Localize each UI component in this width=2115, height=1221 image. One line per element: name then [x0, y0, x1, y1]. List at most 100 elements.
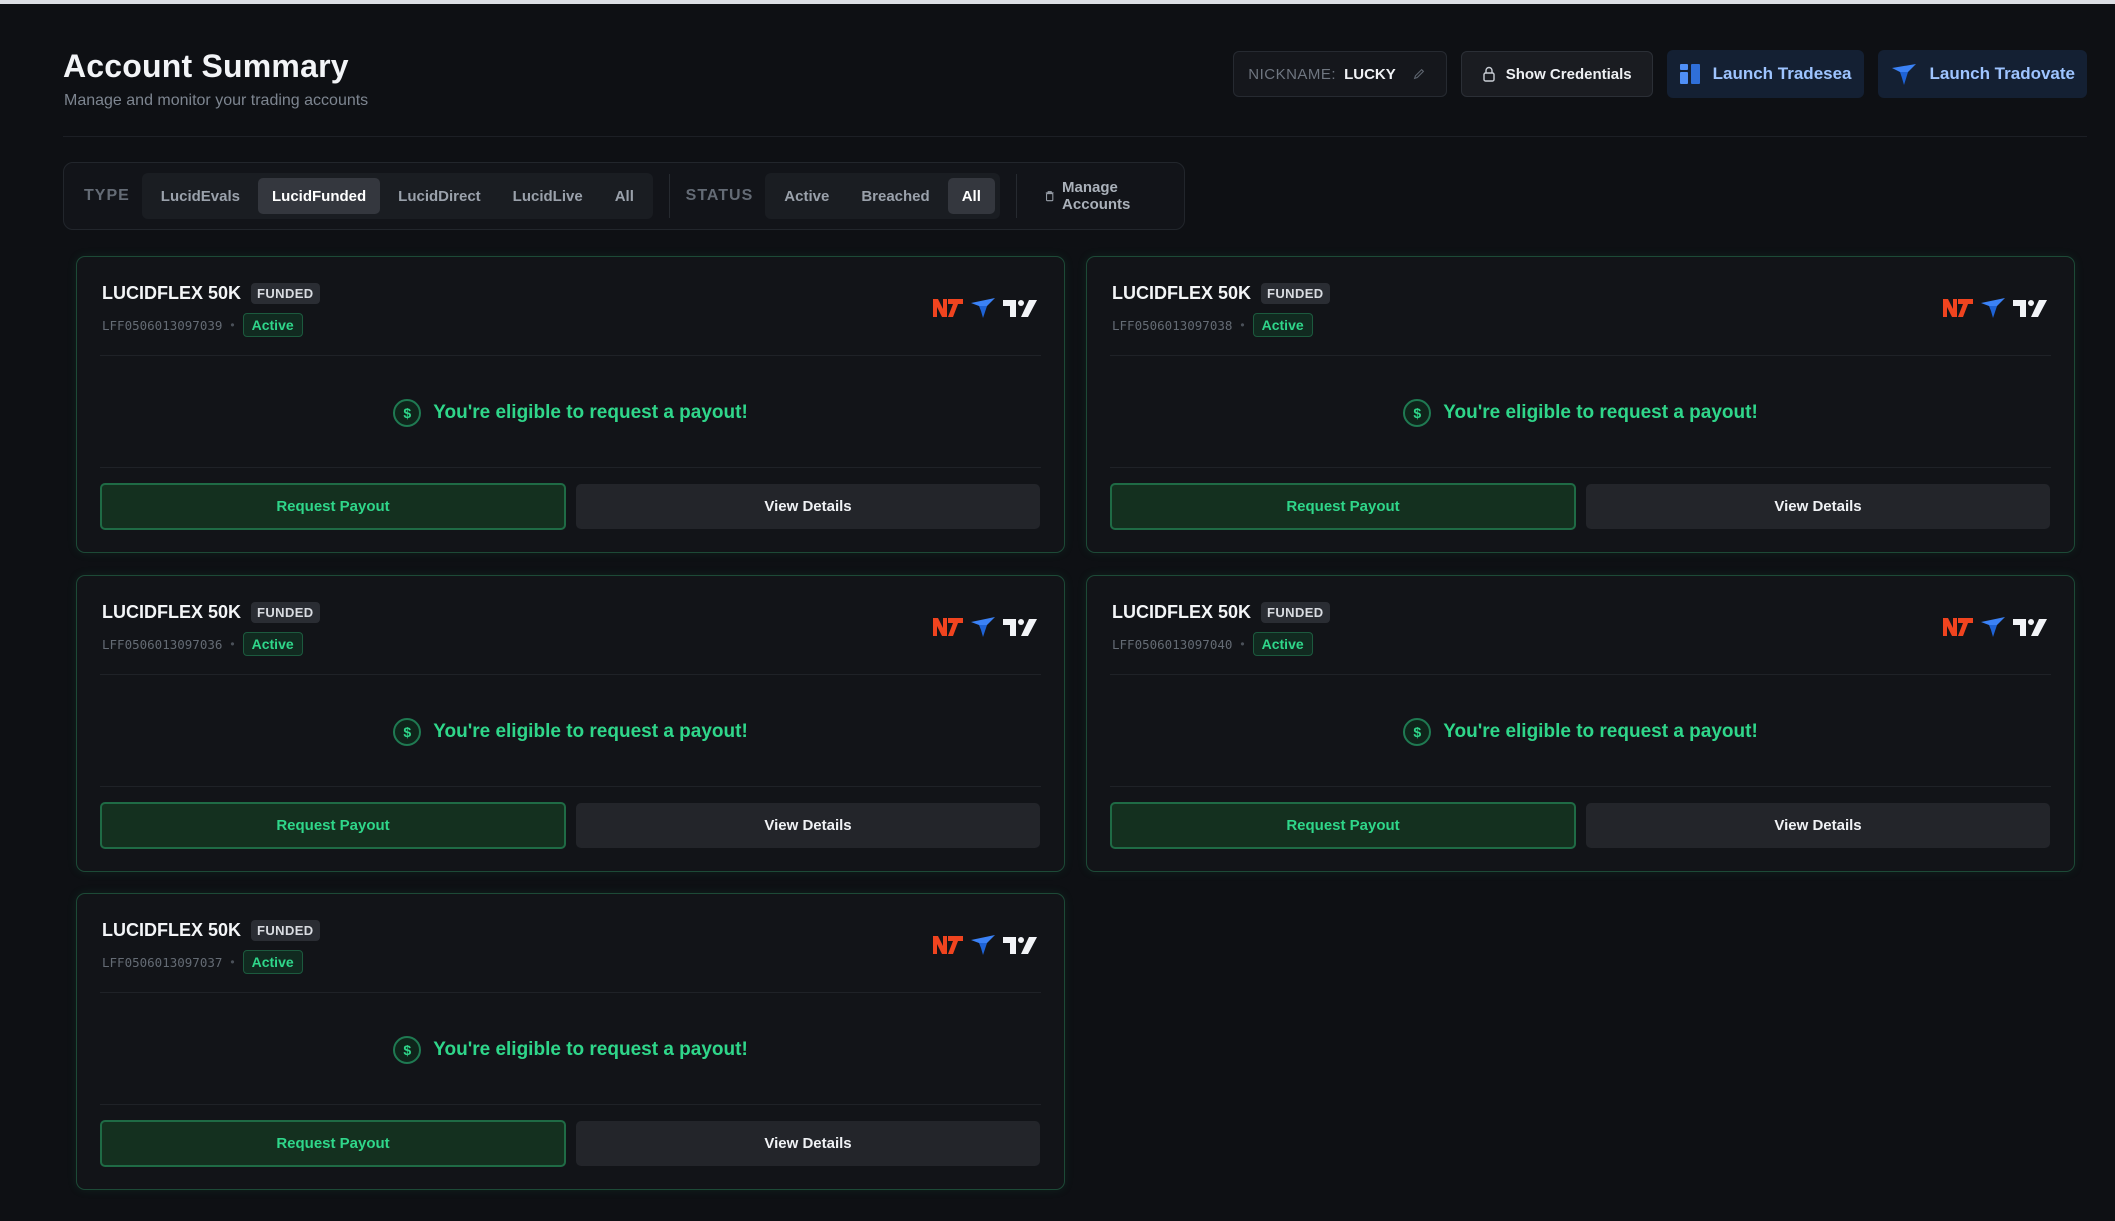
- account-card: LUCIDFLEX 50K FUNDED LFF0506013097040 • …: [1086, 575, 2075, 872]
- status-option-active[interactable]: Active: [770, 178, 843, 214]
- launch-tradesea-button[interactable]: Launch Tradesea: [1666, 50, 1864, 98]
- status-badge: Active: [242, 632, 303, 656]
- dollar-icon: $: [393, 399, 422, 427]
- manage-accounts-button[interactable]: Manage Accounts: [1033, 179, 1174, 213]
- tradingview-icon: [2013, 619, 2047, 636]
- platform-icons: [932, 297, 1038, 319]
- platform-icons: [932, 934, 1038, 956]
- account-id: LFF0506013097036: [102, 636, 223, 652]
- funded-badge: FUNDED: [1261, 602, 1330, 623]
- account-name: LUCIDFLEX 50K: [1112, 602, 1252, 622]
- nickname-field[interactable]: NICKNAME: LUCKY: [1233, 51, 1447, 97]
- type-option-lucidfunded[interactable]: LucidFunded: [258, 178, 381, 214]
- account-id: LFF0506013097039: [102, 317, 223, 333]
- dollar-icon: $: [393, 718, 422, 746]
- platform-icons: [1942, 297, 2048, 319]
- launch-tradesea-label: Launch Tradesea: [1712, 64, 1852, 83]
- type-option-all[interactable]: All: [601, 178, 648, 214]
- card-divider: [100, 355, 1041, 356]
- launch-tradovate-button[interactable]: Launch Tradovate: [1877, 50, 2087, 98]
- request-payout-button[interactable]: Request Payout: [1110, 802, 1576, 849]
- tradovate-icon: [1981, 298, 2005, 318]
- status-filter-group: Active Breached All: [765, 173, 1000, 219]
- ninjatrader-icon: [933, 936, 963, 954]
- funded-badge: FUNDED: [251, 920, 320, 941]
- account-id: LFF0506013097040: [1112, 636, 1233, 652]
- view-details-button[interactable]: View Details: [576, 484, 1040, 529]
- payout-eligibility: $ You're eligible to request a payout!: [1087, 399, 2074, 427]
- card-subtitle: LFF0506013097040 • Active: [1112, 632, 1313, 656]
- card-subtitle: LFF0506013097038 • Active: [1112, 313, 1313, 337]
- card-title: LUCIDFLEX 50K FUNDED: [1112, 283, 1330, 304]
- tradingview-icon: [2013, 300, 2047, 317]
- eligibility-message: You're eligible to request a payout!: [433, 721, 748, 742]
- tradesea-icon: [1679, 64, 1700, 84]
- status-option-all[interactable]: All: [947, 178, 995, 214]
- status-option-breached[interactable]: Breached: [847, 178, 943, 214]
- view-details-button[interactable]: View Details: [1586, 484, 2050, 529]
- trash-icon: [1045, 191, 1054, 202]
- dollar-icon: $: [393, 1036, 422, 1064]
- payout-eligibility: $ You're eligible to request a payout!: [77, 399, 1064, 427]
- card-divider: [100, 1104, 1041, 1105]
- ninjatrader-icon: [933, 618, 963, 636]
- card-subtitle: LFF0506013097036 • Active: [102, 632, 303, 656]
- card-divider: [1110, 467, 2051, 468]
- lock-icon: [1483, 66, 1495, 82]
- filter-separator: [668, 174, 670, 218]
- eligibility-message: You're eligible to request a payout!: [433, 402, 748, 423]
- ninjatrader-icon: [1943, 618, 1973, 636]
- view-details-button[interactable]: View Details: [576, 803, 1040, 848]
- dollar-icon: $: [1403, 718, 1432, 746]
- header-divider: [63, 136, 2087, 137]
- card-divider: [100, 674, 1041, 675]
- view-details-button[interactable]: View Details: [576, 1121, 1040, 1166]
- nickname-value: LUCKY: [1344, 65, 1396, 83]
- request-payout-button[interactable]: Request Payout: [1110, 483, 1576, 530]
- account-id: LFF0506013097037: [102, 954, 223, 970]
- tradingview-icon: [1003, 619, 1037, 636]
- pencil-icon[interactable]: [1412, 67, 1426, 81]
- status-badge: Active: [242, 313, 303, 337]
- type-filter-group: LucidEvals LucidFunded LucidDirect Lucid…: [141, 173, 653, 219]
- status-filter-label: STATUS: [685, 187, 754, 204]
- eligibility-message: You're eligible to request a payout!: [433, 1039, 748, 1060]
- view-details-button[interactable]: View Details: [1586, 803, 2050, 848]
- type-option-lucidevals[interactable]: LucidEvals: [147, 178, 254, 214]
- nickname-label: NICKNAME:: [1248, 65, 1337, 83]
- tradovate-icon: [1981, 617, 2005, 637]
- account-card: LUCIDFLEX 50K FUNDED LFF0506013097037 • …: [76, 893, 1065, 1190]
- separator-dot: •: [230, 955, 235, 969]
- account-name: LUCIDFLEX 50K: [102, 602, 242, 622]
- funded-badge: FUNDED: [1261, 283, 1330, 304]
- platform-icons: [1942, 616, 2048, 638]
- request-payout-button[interactable]: Request Payout: [100, 802, 566, 849]
- card-divider: [100, 786, 1041, 787]
- tradovate-icon: [971, 617, 995, 637]
- status-badge: Active: [1252, 313, 1313, 337]
- show-credentials-button[interactable]: Show Credentials: [1460, 51, 1653, 97]
- tradovate-icon: [971, 298, 995, 318]
- card-title: LUCIDFLEX 50K FUNDED: [102, 602, 320, 623]
- separator-dot: •: [1240, 318, 1245, 332]
- filter-separator: [1015, 174, 1017, 218]
- tradovate-icon: [971, 935, 995, 955]
- request-payout-button[interactable]: Request Payout: [100, 483, 566, 530]
- type-filter-label: TYPE: [84, 187, 130, 204]
- type-option-luciddirect[interactable]: LucidDirect: [384, 178, 495, 214]
- show-credentials-label: Show Credentials: [1505, 65, 1632, 83]
- card-divider: [1110, 674, 2051, 675]
- request-payout-button[interactable]: Request Payout: [100, 1120, 566, 1167]
- ninjatrader-icon: [1943, 299, 1973, 317]
- tradovate-icon: [1891, 64, 1916, 85]
- type-option-lucidlive[interactable]: LucidLive: [499, 178, 597, 214]
- card-divider: [100, 992, 1041, 993]
- account-card: LUCIDFLEX 50K FUNDED LFF0506013097039 • …: [76, 256, 1065, 553]
- separator-dot: •: [230, 318, 235, 332]
- account-name: LUCIDFLEX 50K: [102, 283, 242, 303]
- page-title: Account Summary: [63, 48, 349, 84]
- ninjatrader-icon: [933, 299, 963, 317]
- account-name: LUCIDFLEX 50K: [102, 920, 242, 940]
- card-divider: [1110, 786, 2051, 787]
- funded-badge: FUNDED: [251, 283, 320, 304]
